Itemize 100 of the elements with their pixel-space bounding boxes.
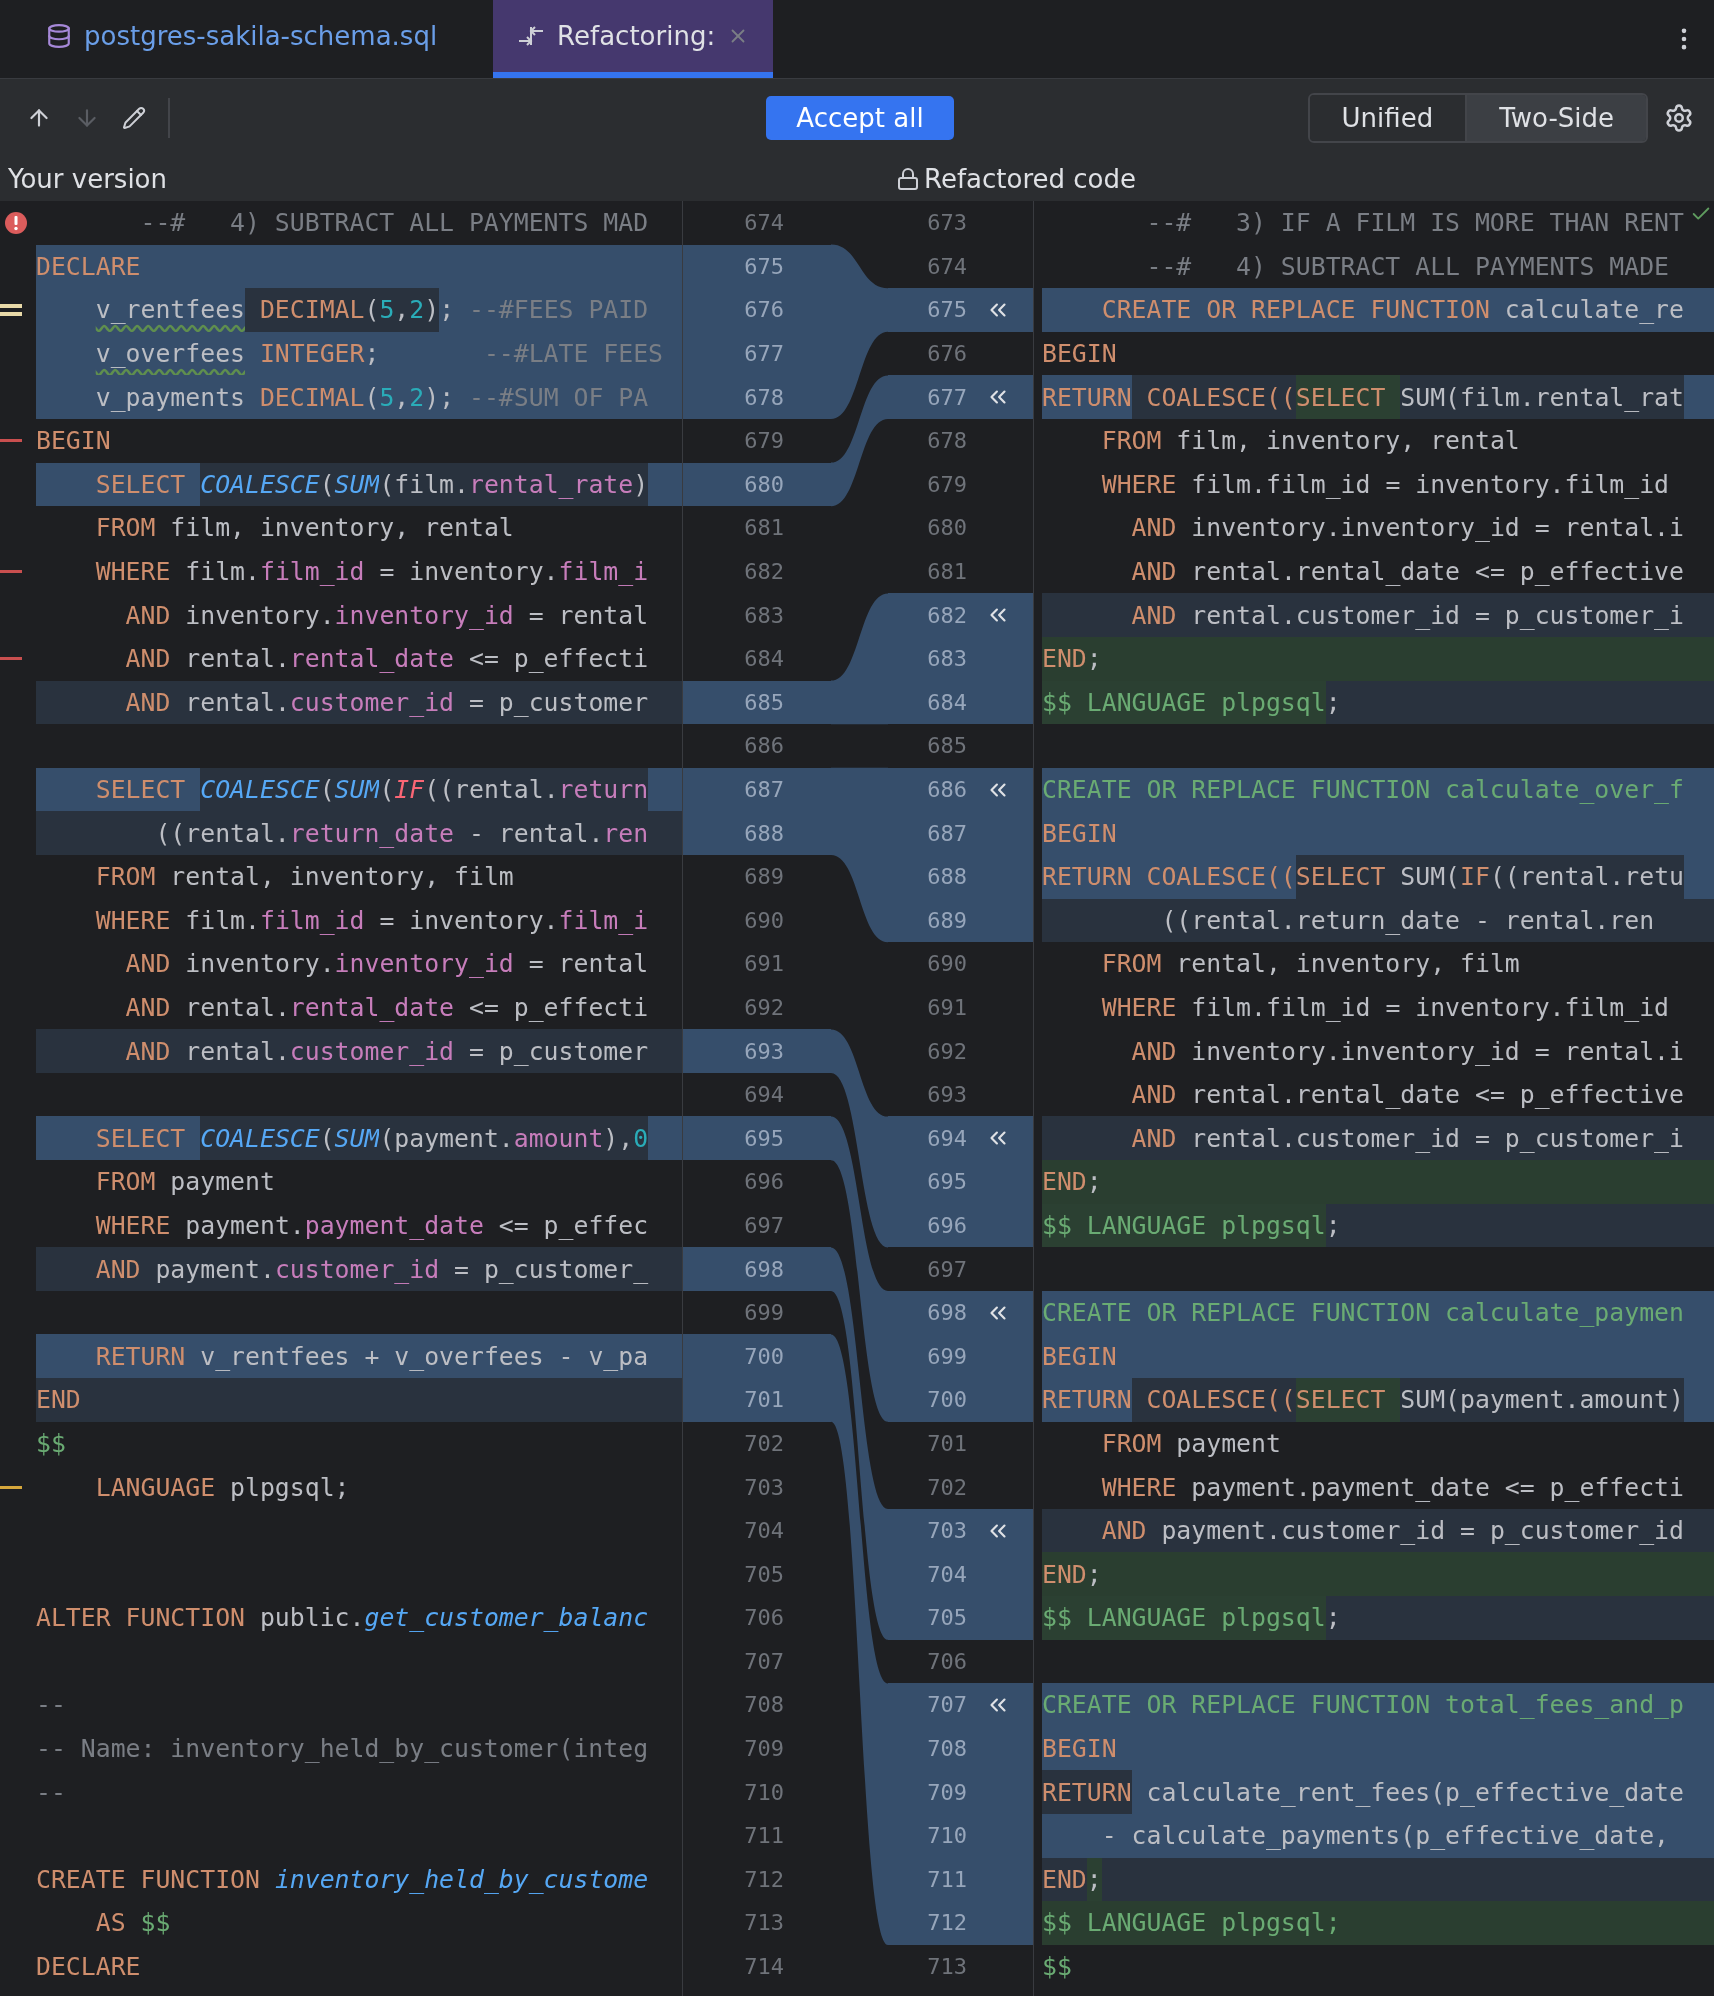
line-number: 693	[926, 1081, 968, 1110]
line-number: 696	[743, 1168, 785, 1197]
view-mode-button[interactable]: Two-Side	[1465, 95, 1646, 141]
code-line: FROM rental, inventory, film	[94, 861, 514, 894]
line-number: 682	[743, 558, 785, 587]
line-number: 705	[743, 1560, 785, 1589]
line-number: 678	[683, 375, 831, 419]
line-number: 700	[683, 1334, 831, 1379]
line-number: 681	[743, 514, 785, 543]
line-number: 683	[888, 636, 1033, 681]
line-number: 687	[683, 767, 831, 812]
line-number: 694	[743, 1081, 785, 1110]
line-number: 691	[743, 950, 785, 979]
pencil-icon[interactable]	[122, 106, 146, 130]
code-line: BEGIN	[1042, 338, 1117, 371]
line-number: 688	[683, 811, 831, 855]
line-number: 678	[926, 427, 968, 456]
code-line: AND inventory.inventory_id = rental	[124, 599, 649, 632]
line-number: 708	[888, 1726, 1033, 1771]
code-line: -- Name: inventory_held_by_customer(integ	[36, 1733, 649, 1766]
line-number: 692	[926, 1037, 968, 1066]
error-marker[interactable]	[0, 657, 22, 661]
line-number: 675	[683, 244, 831, 289]
code-line: --	[36, 1776, 66, 1809]
line-number: 699	[888, 1334, 1033, 1379]
database-icon	[46, 23, 72, 49]
code-line: WHERE film.film_id = inventory.film_i	[94, 556, 649, 589]
code-line: BEGIN	[36, 425, 111, 458]
line-number: 685	[683, 680, 831, 725]
code-line: AND inventory.inventory_id = rental.i	[1130, 512, 1684, 545]
editor-tab[interactable]: Refactoring:	[493, 0, 774, 78]
line-number: 714	[743, 1953, 785, 1982]
line-number: 709	[888, 1770, 1033, 1814]
line-number: 713	[743, 1909, 785, 1938]
editor-tab[interactable]: postgres-sakila-schema.sql	[22, 0, 462, 78]
line-number: 695	[683, 1116, 831, 1161]
code-line: WHERE film.film_id = inventory.film_id	[1100, 468, 1670, 501]
code-line: --# 4) SUBTRACT ALL PAYMENTS MADE	[1145, 250, 1670, 283]
settings-icon[interactable]	[1664, 103, 1694, 133]
pane-title: Refactored code	[924, 164, 1136, 194]
line-number: 701	[926, 1429, 968, 1458]
line-number: 679	[926, 470, 968, 499]
code-line: DECLARE	[36, 1951, 141, 1984]
code-line: AND rental.rental_date <= p_effecti	[124, 992, 649, 1024]
code-line: AND rental.rental_date <= p_effective	[1130, 556, 1684, 589]
line-number: 673	[926, 209, 968, 238]
line-number: 675	[888, 288, 1033, 332]
line-number: 698	[683, 1247, 831, 1291]
line-number: 697	[743, 1211, 785, 1240]
line-number: 709	[743, 1735, 785, 1764]
line-number: 712	[743, 1865, 785, 1894]
line-number: 685	[926, 732, 968, 761]
line-number: 697	[926, 1255, 968, 1284]
line-number: 680	[683, 462, 831, 507]
line-number: 695	[888, 1160, 1033, 1204]
line-number: 711	[888, 1857, 1033, 1902]
line-number: 702	[926, 1473, 968, 1502]
code-line: --# 4) SUBTRACT ALL PAYMENTS MAD	[139, 207, 649, 240]
line-number: 688	[888, 854, 1033, 899]
line-number: 696	[888, 1203, 1033, 1248]
line-number: 704	[888, 1552, 1033, 1596]
line-number: 690	[743, 906, 785, 935]
code-line: AND inventory.inventory_id = rental	[124, 948, 649, 981]
line-number: 693	[683, 1029, 831, 1073]
line-number: 706	[926, 1647, 968, 1676]
line-number: 708	[743, 1691, 785, 1720]
warning-marker[interactable]	[0, 1485, 22, 1489]
error-marker[interactable]	[0, 570, 22, 574]
line-number: 706	[743, 1604, 785, 1633]
line-number: 684	[743, 645, 785, 674]
line-number: 691	[926, 994, 968, 1022]
line-number: 705	[888, 1596, 1033, 1640]
line-number: 674	[926, 252, 968, 281]
line-number: 676	[926, 340, 968, 369]
line-number: 694	[888, 1116, 1033, 1161]
code-line: AND inventory.inventory_id = rental.i	[1130, 1035, 1684, 1068]
line-number: 689	[743, 863, 785, 892]
line-number: 684	[888, 680, 1033, 725]
line-number: 703	[743, 1473, 785, 1502]
line-number: 682	[888, 593, 1033, 637]
line-number: 692	[743, 994, 785, 1022]
error-marker[interactable]	[0, 439, 22, 443]
line-number: 707	[888, 1683, 1033, 1727]
line-number: 677	[888, 375, 1033, 419]
code-line: $$	[36, 1427, 66, 1460]
line-number: 674	[743, 209, 785, 238]
accept-all-button[interactable]: Accept all	[766, 96, 954, 140]
warning-marker[interactable]	[0, 304, 22, 316]
code-line: FROM payment	[1100, 1427, 1281, 1460]
line-number: 703	[888, 1508, 1033, 1553]
line-number: 683	[743, 601, 785, 630]
code-line: WHERE film.film_id = inventory.film_i	[94, 904, 649, 937]
code-line: $$	[1042, 1951, 1072, 1984]
line-number: 677	[683, 331, 831, 376]
line-number: 676	[683, 288, 831, 332]
code-line: FROM rental, inventory, film	[1100, 948, 1520, 981]
error-icon[interactable]	[4, 210, 28, 235]
code-line: FROM film, inventory, rental	[1100, 425, 1520, 458]
line-number: 712	[888, 1901, 1033, 1945]
code-line: ALTER FUNCTION public.get_customer_balanc	[36, 1602, 649, 1635]
